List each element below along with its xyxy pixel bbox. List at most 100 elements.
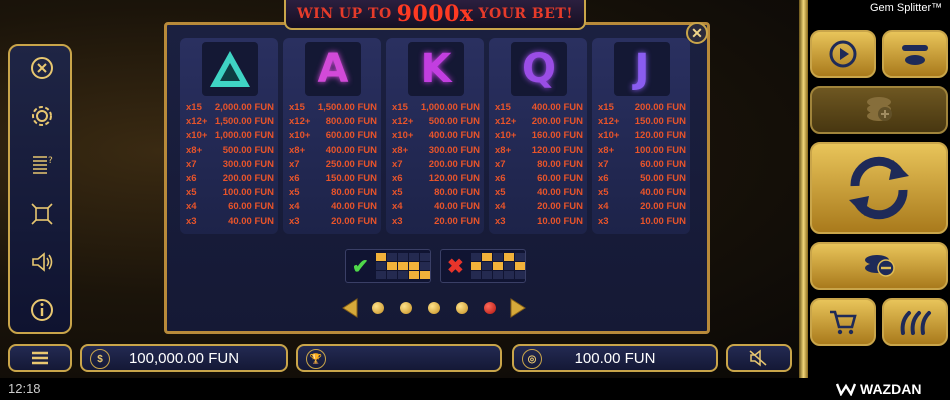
payout-amount: 40.00 FUN <box>434 201 480 213</box>
win-banner: WIN UP TO 9000x YOUR BET! <box>284 0 586 30</box>
left-menu-panel: ? <box>8 44 72 334</box>
autoplay-button[interactable] <box>810 30 876 78</box>
next-page-arrow[interactable] <box>510 298 526 318</box>
settings-icon[interactable] <box>28 102 56 130</box>
turtle-icon <box>902 45 928 65</box>
payout-amount: 250.00 FUN <box>325 158 377 170</box>
balance-value: 100,000.00 FUN <box>128 349 240 367</box>
payout-row: x10+ 1,000.00 FUN <box>186 130 274 143</box>
prev-page-arrow[interactable] <box>342 298 358 318</box>
payout-row: x5 80.00 FUN <box>289 187 377 200</box>
status-bar <box>0 378 950 400</box>
payout-amount: 100.00 FUN <box>222 187 274 199</box>
hot-feature-button[interactable] <box>882 298 948 346</box>
info-icon[interactable] <box>28 296 56 324</box>
banner-suffix: YOUR BET! <box>478 6 573 22</box>
mute-button[interactable] <box>726 344 792 372</box>
payout-row: x8+ 400.00 FUN <box>289 145 377 158</box>
payout-multiplier: x4 <box>598 201 609 213</box>
mute-icon <box>749 349 767 367</box>
page-dot[interactable] <box>428 302 440 314</box>
payout-multiplier: x15 <box>598 102 614 113</box>
payout-row: x15 1,000.00 FUN <box>392 102 480 115</box>
payout-multiplier: x4 <box>289 201 300 213</box>
speed-button[interactable] <box>882 30 948 78</box>
payout-multiplier: x7 <box>392 158 403 170</box>
payout-multiplier: x4 <box>392 201 403 213</box>
payout-row: x7 200.00 FUN <box>392 159 480 172</box>
payout-row: x5 40.00 FUN <box>495 187 583 200</box>
spin-button[interactable] <box>810 142 948 234</box>
autoplay-icon <box>829 40 857 68</box>
payout-row: x5 80.00 FUN <box>392 187 480 200</box>
payout-amount: 1,500.00 FUN <box>317 102 377 113</box>
payout-row: x3 10.00 FUN <box>495 216 583 229</box>
shop-button[interactable] <box>810 298 876 346</box>
payout-multiplier: x12+ <box>289 116 311 128</box>
payout-row: x15 1,500.00 FUN <box>289 102 377 115</box>
page-dot-active[interactable] <box>484 302 496 314</box>
payout-amount: 10.00 FUN <box>537 215 583 227</box>
payout-row: x7 300.00 FUN <box>186 159 274 172</box>
banner-amount: 9000x <box>396 1 474 27</box>
bet-decrease-button[interactable] <box>810 242 948 290</box>
close-icon[interactable] <box>28 54 56 82</box>
payout-multiplier: x12+ <box>392 116 414 128</box>
invalid-direction-grid <box>471 253 525 279</box>
payout-multiplier: x6 <box>186 173 197 184</box>
payout-amount: 400.00 FUN <box>531 102 583 113</box>
payout-row: x15 200.00 FUN <box>598 102 686 115</box>
payout-amount: 400.00 FUN <box>325 144 377 156</box>
payout-row: x12+ 200.00 FUN <box>495 116 583 129</box>
letter-k-gem-symbol: K <box>408 42 464 96</box>
payout-multiplier: x3 <box>186 215 197 227</box>
payout-multiplier: x8+ <box>289 144 306 156</box>
payout-amount: 200.00 FUN <box>428 158 480 170</box>
payout-multiplier: x10+ <box>186 130 208 142</box>
payout-multiplier: x10+ <box>495 130 517 142</box>
sound-icon[interactable] <box>28 248 56 276</box>
payout-row: x10+ 600.00 FUN <box>289 130 377 143</box>
payout-multiplier: x5 <box>392 187 403 199</box>
payout-row: x3 10.00 FUN <box>598 216 686 229</box>
payout-row: x3 20.00 FUN <box>289 216 377 229</box>
payout-row: x8+ 120.00 FUN <box>495 145 583 158</box>
buy-feature-button[interactable] <box>810 86 948 134</box>
page-dot[interactable] <box>400 302 412 314</box>
payout-amount: 120.00 FUN <box>531 144 583 156</box>
payout-multiplier: x5 <box>495 187 506 199</box>
trophy-icon: 🏆 <box>306 349 326 369</box>
paytable-column: Qx15 400.00 FUN x12+ 200.00 FUN x10+ 160.00 F… <box>489 38 587 234</box>
payout-amount: 20.00 FUN <box>434 215 480 227</box>
payout-amount: 120.00 FUN <box>428 173 480 184</box>
payout-amount: 60.00 FUN <box>640 158 686 170</box>
payout-multiplier: x10+ <box>289 130 311 142</box>
symbol-letter: Q <box>521 46 556 92</box>
payout-amount: 80.00 FUN <box>537 158 583 170</box>
paytable-column: Ax15 1,500.00 FUN x12+ 800.00 FUN x10+ 600.00… <box>283 38 381 234</box>
menu-button[interactable] <box>8 344 72 372</box>
letter-a-gem-symbol: A <box>305 42 361 96</box>
valid-direction-box: ✔ <box>345 249 431 283</box>
payout-amount: 120.00 FUN <box>634 130 686 142</box>
payout-row: x7 60.00 FUN <box>598 159 686 172</box>
payout-amount: 2,000.00 FUN <box>214 102 274 113</box>
payout-multiplier: x4 <box>186 201 197 213</box>
cross-icon: ✖ <box>447 255 464 278</box>
page-dot[interactable] <box>456 302 468 314</box>
payout-row: x3 40.00 FUN <box>186 216 274 229</box>
payout-amount: 500.00 FUN <box>222 144 274 156</box>
payout-row: x10+ 120.00 FUN <box>598 130 686 143</box>
payout-multiplier: x8+ <box>186 144 203 156</box>
cart-icon <box>830 310 857 335</box>
payout-row: x5 40.00 FUN <box>598 187 686 200</box>
payout-amount: 80.00 FUN <box>434 187 480 199</box>
paytable-icon[interactable]: ? <box>28 150 56 178</box>
payout-amount: 200.00 FUN <box>222 173 274 184</box>
fullscreen-icon[interactable] <box>28 200 56 228</box>
page-dot[interactable] <box>372 302 384 314</box>
payout-multiplier: x7 <box>289 158 300 170</box>
payout-multiplier: x10+ <box>598 130 620 142</box>
symbol-letter: A <box>317 46 349 92</box>
payout-multiplier: x4 <box>495 201 506 213</box>
